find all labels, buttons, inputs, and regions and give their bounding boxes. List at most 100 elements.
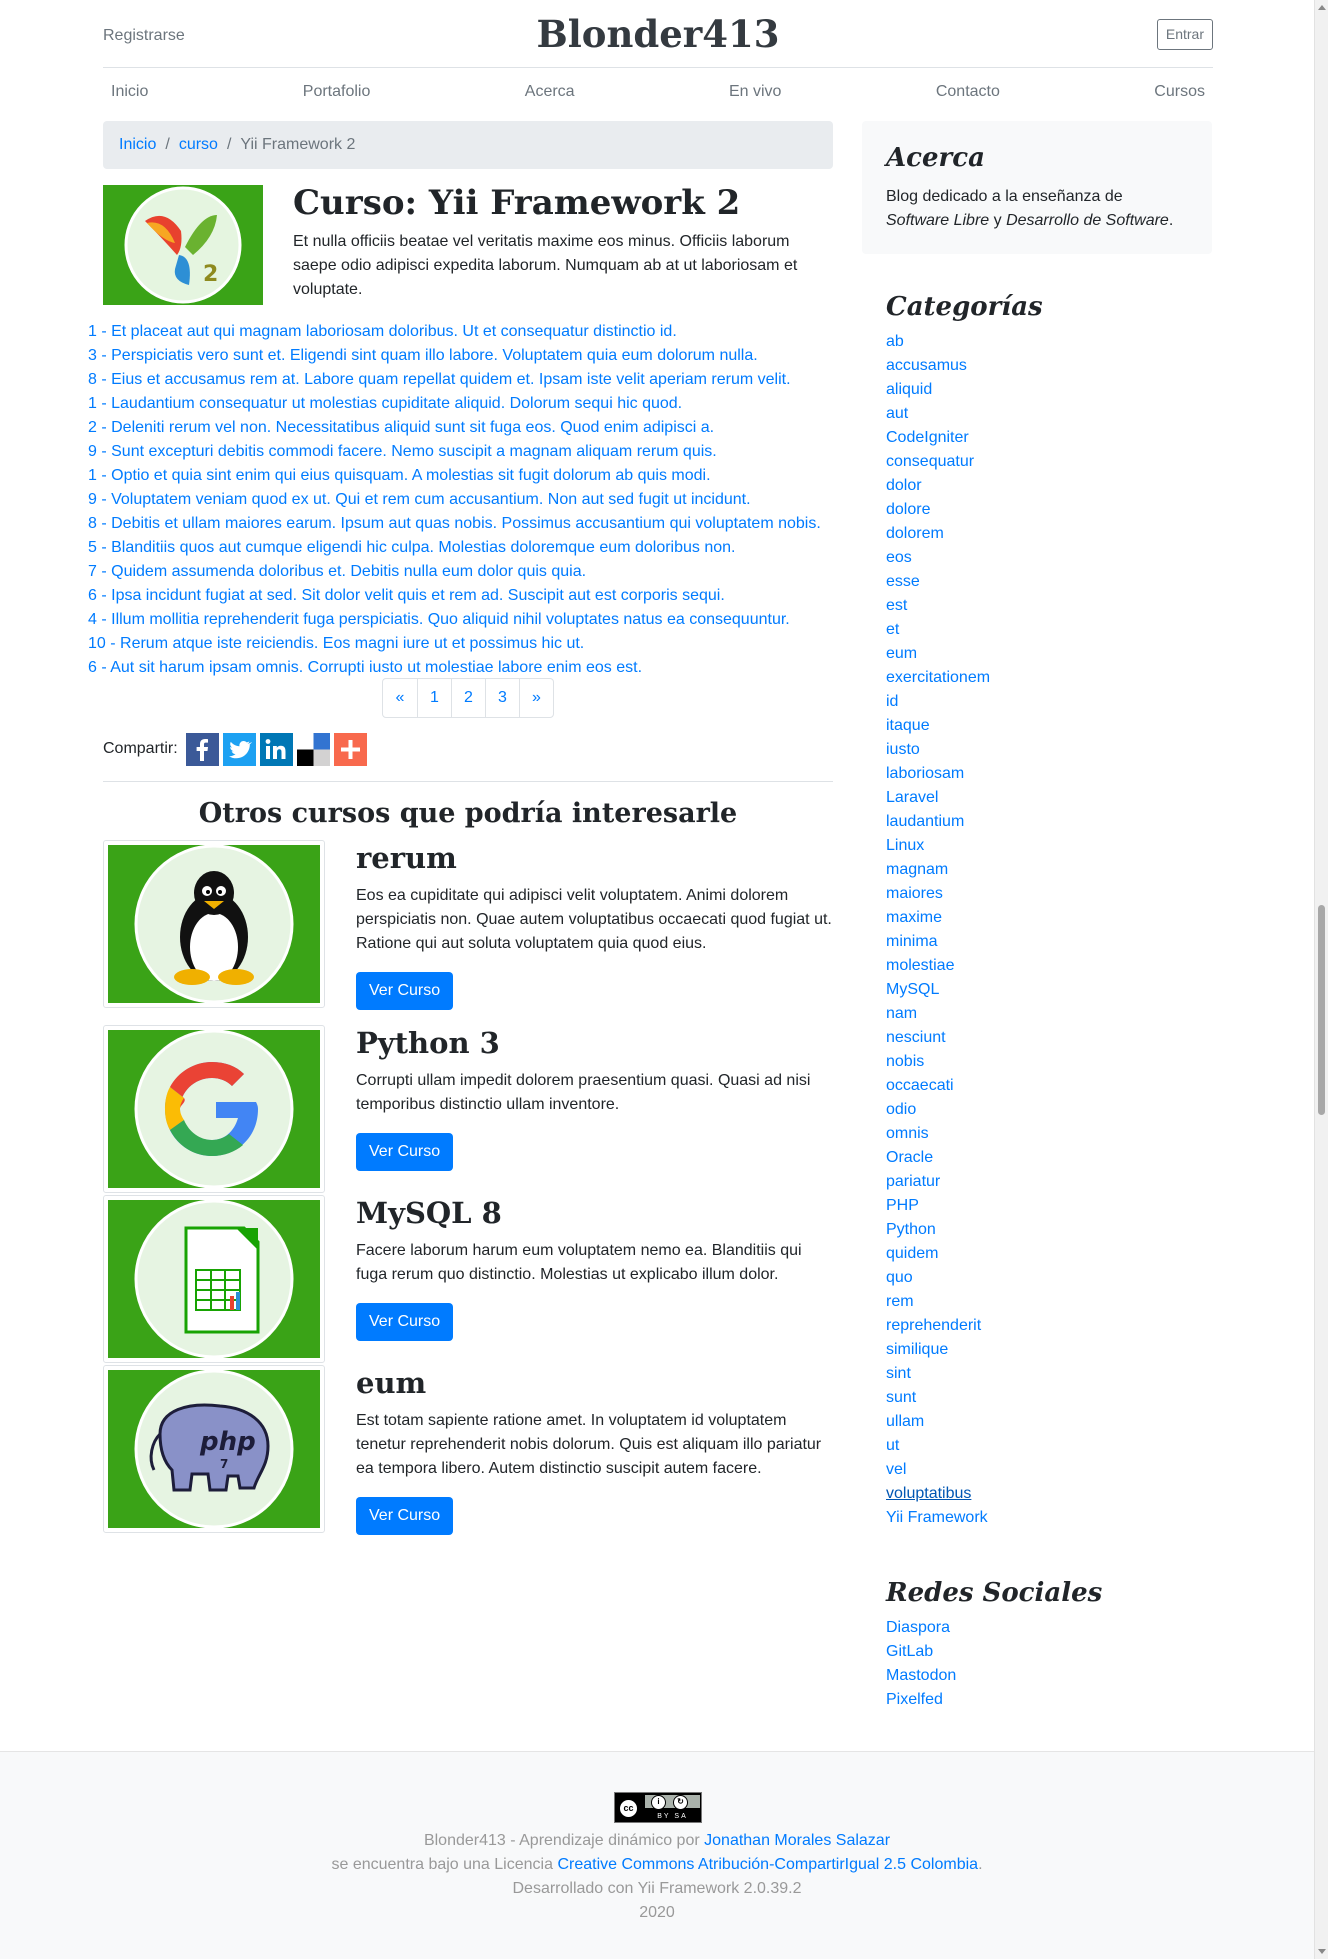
category-link[interactable]: vel: [886, 1458, 1206, 1482]
lesson-link[interactable]: 1 - Et placeat aut qui magnam laboriosam…: [88, 320, 848, 344]
nav-item-portafolio[interactable]: Portafolio: [303, 83, 371, 101]
category-link[interactable]: odio: [886, 1098, 1206, 1122]
nav-item-acerca[interactable]: Acerca: [525, 83, 575, 101]
lesson-link[interactable]: 9 - Sunt excepturi debitis commodi facer…: [88, 440, 848, 464]
category-link[interactable]: minima: [886, 930, 1206, 954]
scrollbar-thumb[interactable]: [1318, 905, 1325, 1115]
category-link[interactable]: accusamus: [886, 354, 1206, 378]
addthis-icon[interactable]: [330, 732, 367, 766]
lesson-link[interactable]: 8 - Eius et accusamus rem at. Labore qua…: [88, 368, 848, 392]
category-link[interactable]: consequatur: [886, 450, 1206, 474]
social-link-pixelfed[interactable]: Pixelfed: [886, 1688, 1102, 1712]
category-link[interactable]: nesciunt: [886, 1026, 1206, 1050]
category-link[interactable]: sint: [886, 1362, 1206, 1386]
lesson-link[interactable]: 5 - Blanditiis quos aut cumque eligendi …: [88, 536, 848, 560]
lesson-link[interactable]: 6 - Ipsa incidunt fugiat at sed. Sit dol…: [88, 584, 848, 608]
category-link[interactable]: nobis: [886, 1050, 1206, 1074]
lesson-link[interactable]: 2 - Deleniti rerum vel non. Necessitatib…: [88, 416, 848, 440]
category-link[interactable]: nam: [886, 1002, 1206, 1026]
view-course-button[interactable]: Ver Curso: [356, 1133, 454, 1171]
category-link[interactable]: quidem: [886, 1242, 1206, 1266]
lesson-link[interactable]: 4 - Illum mollitia reprehenderit fuga pe…: [88, 608, 848, 632]
lesson-link[interactable]: 6 - Aut sit harum ipsam omnis. Corrupti …: [88, 656, 848, 680]
social-link-gitlab[interactable]: GitLab: [886, 1640, 1102, 1664]
lesson-link[interactable]: 1 - Laudantium consequatur ut molestias …: [88, 392, 848, 416]
category-link[interactable]: Laravel: [886, 786, 1206, 810]
view-course-button[interactable]: Ver Curso: [356, 972, 454, 1010]
category-link[interactable]: ut: [886, 1434, 1206, 1458]
scroll-up-arrow-icon[interactable]: [1318, 5, 1326, 10]
page-scrollbar[interactable]: [1314, 0, 1328, 1959]
lesson-link[interactable]: 3 - Perspiciatis vero sunt et. Eligendi …: [88, 344, 848, 368]
category-link[interactable]: iusto: [886, 738, 1206, 762]
category-link[interactable]: exercitationem: [886, 666, 1206, 690]
author-link[interactable]: Jonathan Morales Salazar: [704, 1832, 890, 1849]
twitter-icon[interactable]: [219, 732, 256, 766]
category-link[interactable]: dolor: [886, 474, 1206, 498]
pagination-page-1[interactable]: 1: [417, 679, 451, 717]
pagination-next[interactable]: »: [519, 679, 553, 717]
login-button[interactable]: Entrar: [1156, 19, 1213, 50]
category-link[interactable]: CodeIgniter: [886, 426, 1206, 450]
category-link[interactable]: omnis: [886, 1122, 1206, 1146]
lesson-link[interactable]: 7 - Quidem assumenda doloribus et. Debit…: [88, 560, 848, 584]
license-link[interactable]: Creative Commons Atribución-CompartirIgu…: [557, 1856, 978, 1873]
category-link[interactable]: PHP: [886, 1194, 1206, 1218]
category-link[interactable]: ab: [886, 330, 1206, 354]
nav-item-inicio[interactable]: Inicio: [111, 83, 148, 101]
category-link[interactable]: esse: [886, 570, 1206, 594]
category-link[interactable]: et: [886, 618, 1206, 642]
category-link[interactable]: laboriosam: [886, 762, 1206, 786]
lesson-link[interactable]: 10 - Rerum atque iste reiciendis. Eos ma…: [88, 632, 848, 656]
category-link[interactable]: MySQL: [886, 978, 1206, 1002]
category-link[interactable]: rem: [886, 1290, 1206, 1314]
category-link[interactable]: Yii Framework: [886, 1506, 1206, 1530]
category-link[interactable]: Linux: [886, 834, 1206, 858]
category-link[interactable]: maxime: [886, 906, 1206, 930]
creative-commons-badge-icon[interactable]: cc i ↻ BY SA: [614, 1792, 702, 1823]
category-link[interactable]: magnam: [886, 858, 1206, 882]
category-link[interactable]: aliquid: [886, 378, 1206, 402]
social-link-diaspora[interactable]: Diaspora: [886, 1616, 1102, 1640]
category-link[interactable]: dolore: [886, 498, 1206, 522]
category-link[interactable]: itaque: [886, 714, 1206, 738]
category-link[interactable]: pariatur: [886, 1170, 1206, 1194]
category-link[interactable]: maiores: [886, 882, 1206, 906]
category-link[interactable]: Oracle: [886, 1146, 1206, 1170]
category-link[interactable]: laudantium: [886, 810, 1206, 834]
category-link[interactable]: sunt: [886, 1386, 1206, 1410]
category-link[interactable]: occaecati: [886, 1074, 1206, 1098]
course-thumbnail[interactable]: [103, 1025, 325, 1193]
course-thumbnail[interactable]: php 7: [103, 1365, 325, 1533]
facebook-icon[interactable]: [182, 732, 219, 766]
nav-item-cursos[interactable]: Cursos: [1154, 83, 1205, 101]
category-link[interactable]: est: [886, 594, 1206, 618]
breadcrumb-home[interactable]: Inicio: [119, 136, 156, 154]
breadcrumb-section[interactable]: curso: [179, 136, 218, 154]
course-thumbnail[interactable]: [103, 1195, 325, 1363]
nav-item-contacto[interactable]: Contacto: [936, 83, 1000, 101]
lesson-link[interactable]: 8 - Debitis et ullam maiores earum. Ipsu…: [88, 512, 848, 536]
pagination-page-2[interactable]: 2: [451, 679, 485, 717]
category-link[interactable]: quo: [886, 1266, 1206, 1290]
view-course-button[interactable]: Ver Curso: [356, 1497, 454, 1535]
category-link[interactable]: ullam: [886, 1410, 1206, 1434]
category-link[interactable]: eum: [886, 642, 1206, 666]
lesson-link[interactable]: 1 - Optio et quia sint enim qui eius qui…: [88, 464, 848, 488]
nav-item-en-vivo[interactable]: En vivo: [729, 83, 781, 101]
course-thumbnail[interactable]: [103, 840, 325, 1008]
category-link[interactable]: dolorem: [886, 522, 1206, 546]
category-link[interactable]: aut: [886, 402, 1206, 426]
category-link[interactable]: similique: [886, 1338, 1206, 1362]
category-link[interactable]: Python: [886, 1218, 1206, 1242]
category-link-hovered[interactable]: voluptatibus: [886, 1482, 1206, 1506]
category-link[interactable]: molestiae: [886, 954, 1206, 978]
category-link[interactable]: reprehenderit: [886, 1314, 1206, 1338]
category-link[interactable]: eos: [886, 546, 1206, 570]
pagination-prev[interactable]: «: [383, 679, 417, 717]
social-link-mastodon[interactable]: Mastodon: [886, 1664, 1102, 1688]
site-brand[interactable]: Blonder413: [103, 12, 1213, 56]
delicious-icon[interactable]: [293, 732, 330, 766]
lesson-link[interactable]: 9 - Voluptatem veniam quod ex ut. Qui et…: [88, 488, 848, 512]
scroll-down-arrow-icon[interactable]: [1318, 1949, 1326, 1954]
